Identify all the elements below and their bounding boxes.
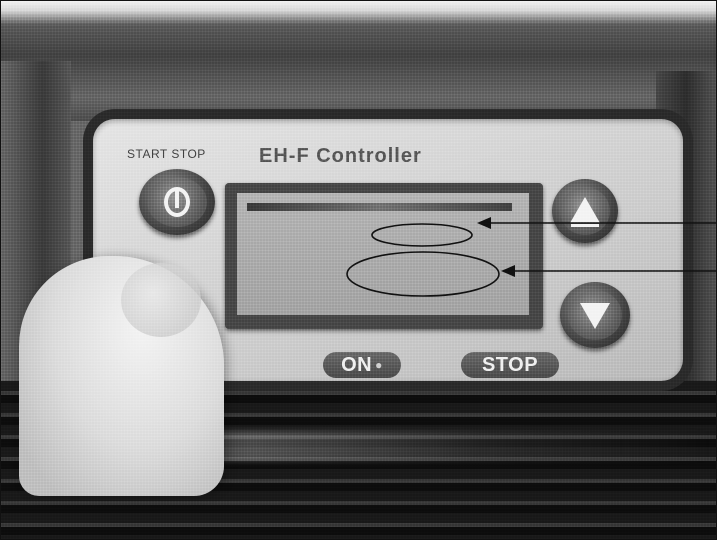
lcd-top-bar — [247, 203, 512, 211]
start-stop-label: START STOP — [127, 147, 206, 161]
power-button[interactable] — [139, 169, 215, 235]
down-button[interactable] — [560, 282, 630, 348]
panel-title: EH-F Controller — [259, 145, 422, 167]
on-label-text: ON — [341, 353, 373, 376]
up-button[interactable] — [552, 179, 618, 243]
stop-label-text: STOP — [481, 353, 539, 376]
down-arrow-icon — [560, 282, 630, 348]
lcd-display — [237, 193, 529, 315]
power-icon — [139, 169, 215, 235]
on-label: ON ● — [323, 352, 401, 378]
controller-photo: START STOP EH-F Controller ON ● STOP — [0, 0, 717, 540]
up-arrow-icon — [552, 179, 618, 243]
fingernail — [121, 263, 201, 337]
housing-top — [1, 1, 716, 121]
stop-label: STOP — [461, 352, 559, 378]
